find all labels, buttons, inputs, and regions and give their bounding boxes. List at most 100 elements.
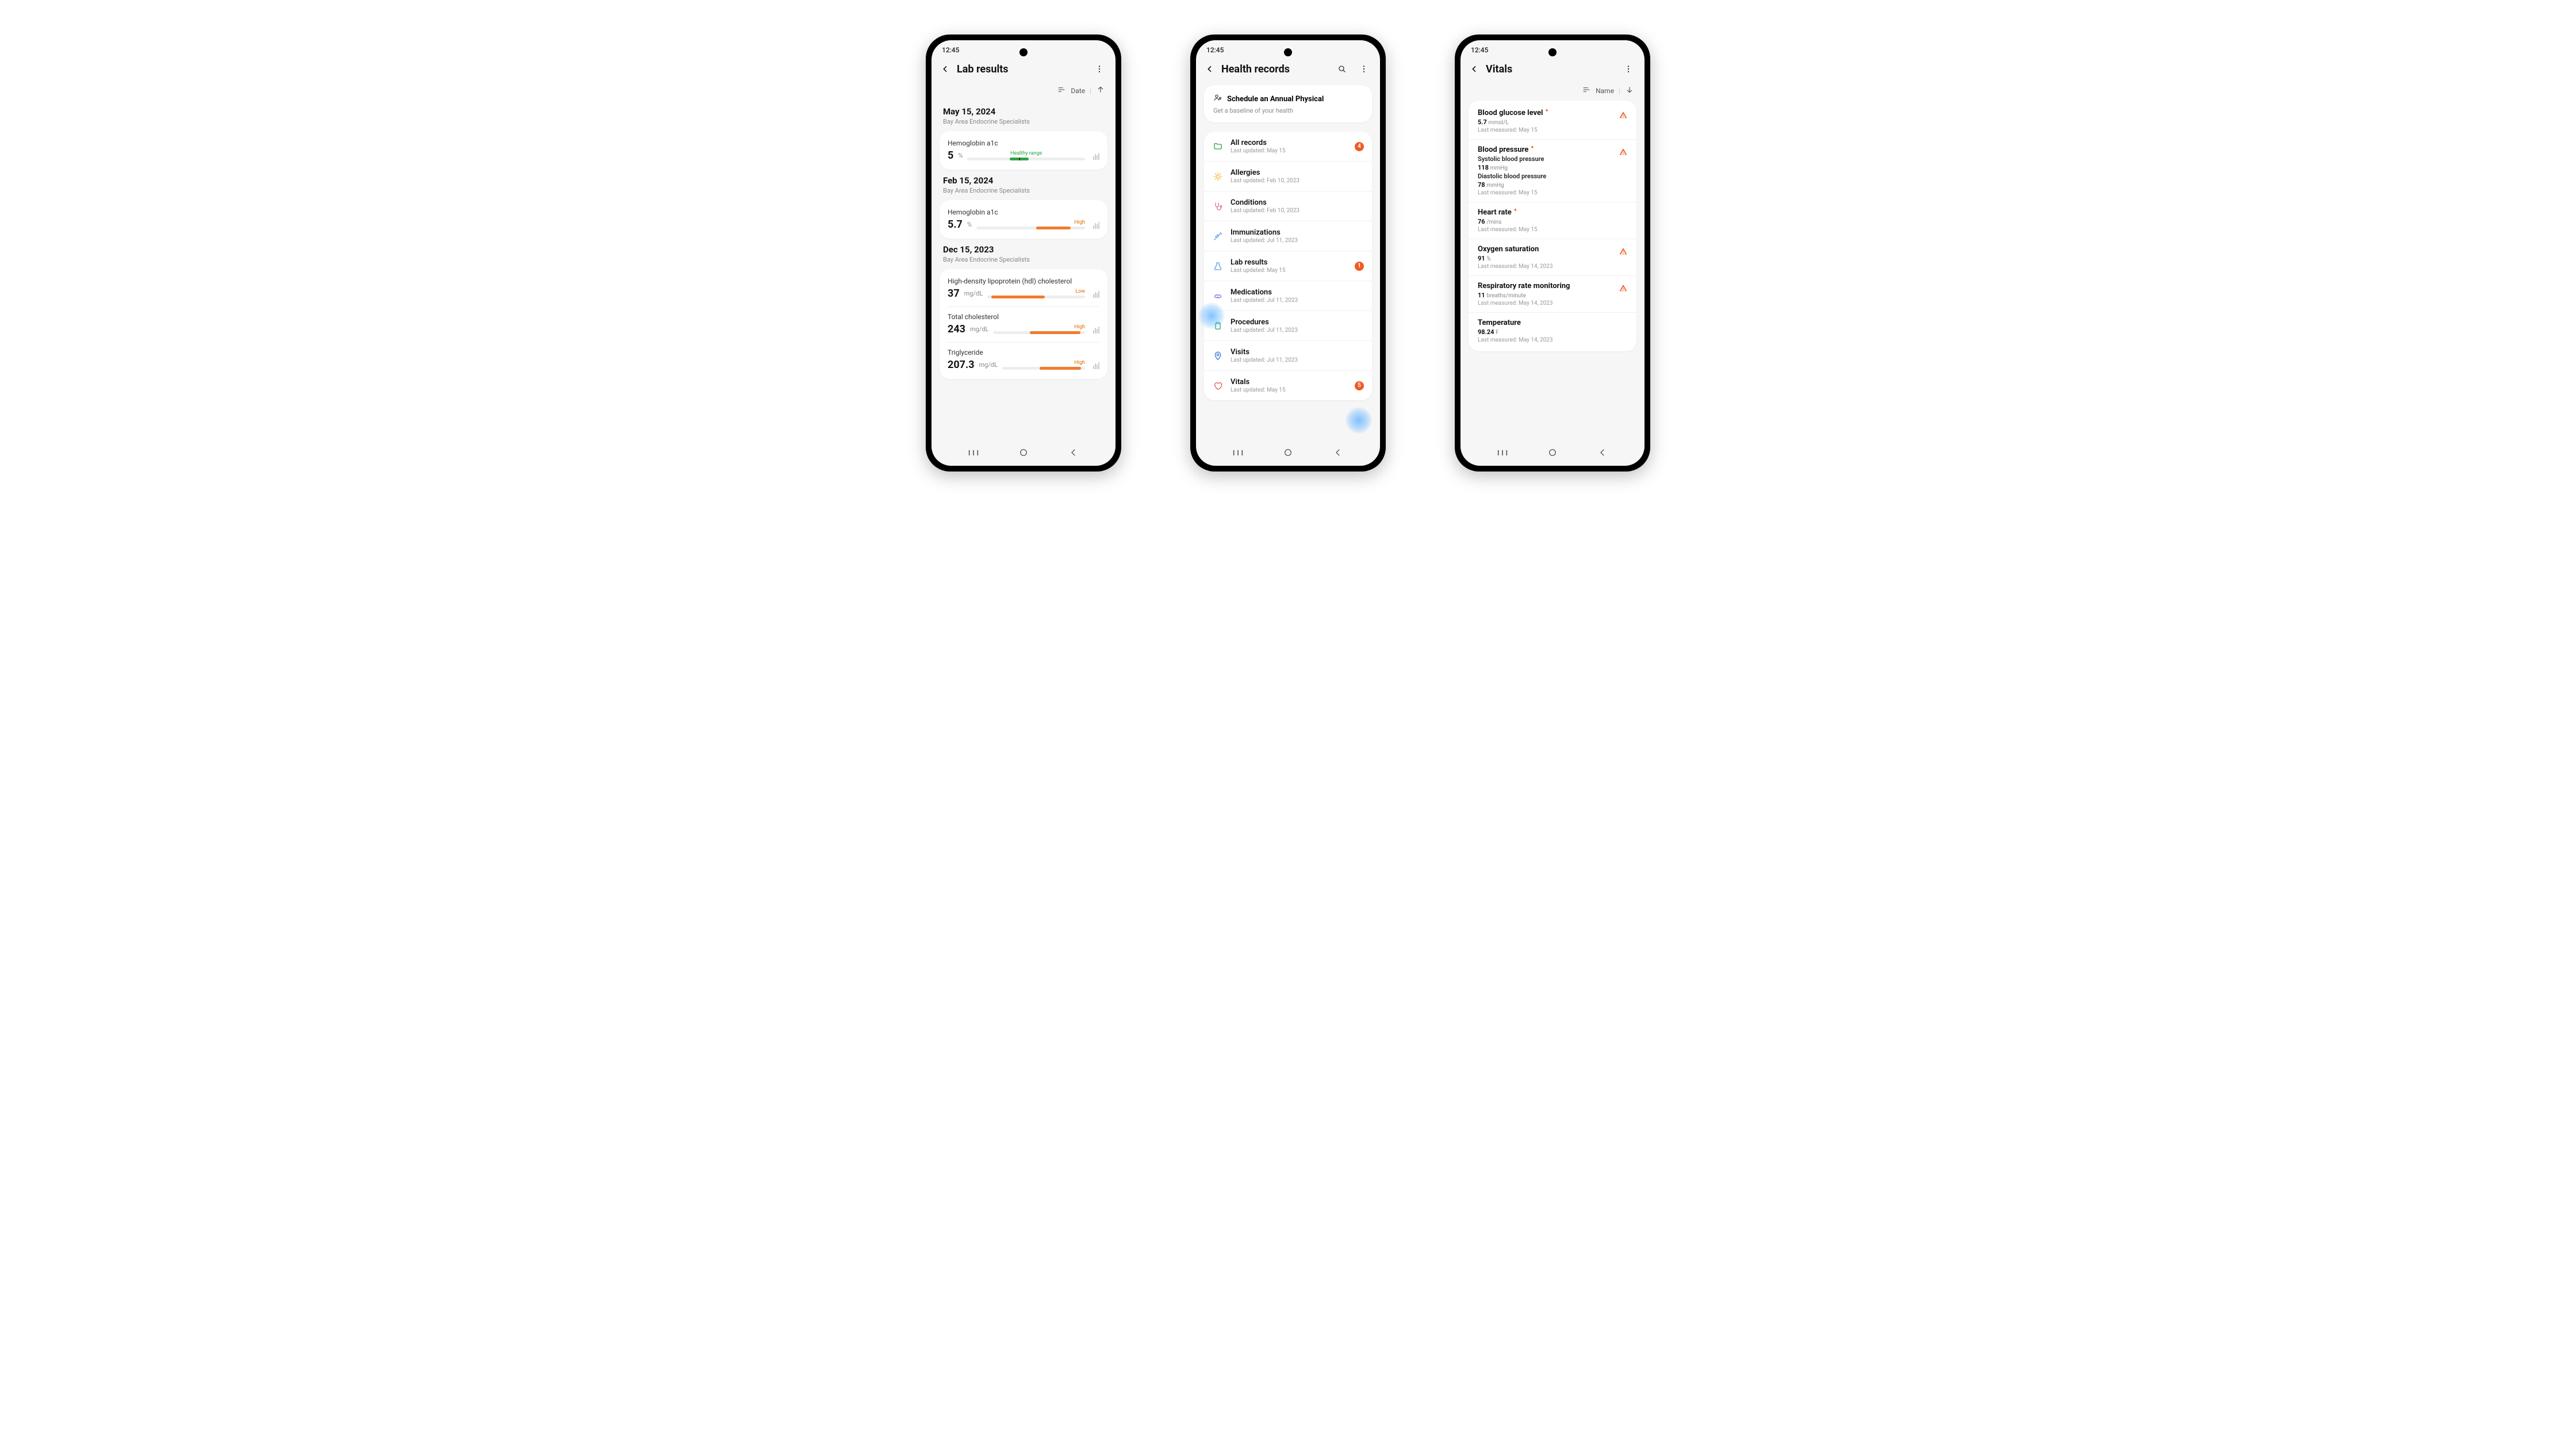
record-item-lab-results[interactable]: Lab resultsLast updated: May 151	[1204, 251, 1372, 281]
filter-icon[interactable]	[1582, 85, 1591, 96]
vital-value: 76	[1478, 218, 1485, 225]
vital-item-heart-rate[interactable]: Heart rate•76 /minsLast measured: May 15	[1469, 202, 1636, 239]
lab-item[interactable]: Hemoglobin a1c5%Healthy range	[948, 138, 1099, 163]
lab-group-provider: Bay Area Endocrine Specialists	[943, 187, 1104, 194]
record-item-conditions[interactable]: ConditionsLast updated: Feb 10, 2023	[1204, 191, 1372, 221]
record-item-procedures[interactable]: ProceduresLast updated: Jul 11, 2023	[1204, 310, 1372, 340]
lab-item-unit: %	[958, 152, 963, 159]
record-item-title: Conditions	[1230, 198, 1364, 207]
more-icon[interactable]	[1356, 61, 1372, 77]
record-item-sub: Last updated: Jul 11, 2023	[1230, 297, 1364, 304]
camera-dot	[1548, 48, 1557, 56]
lab-group-header: May 15, 2024Bay Area Endocrine Specialis…	[940, 101, 1107, 126]
bar-chart-icon[interactable]	[1093, 325, 1099, 334]
record-item-visits[interactable]: VisitsLast updated: Jul 11, 2023	[1204, 340, 1372, 370]
vital-item-respiratory-rate-monitoring[interactable]: Respiratory rate monitoring11 breaths/mi…	[1469, 275, 1636, 312]
record-item-all-records[interactable]: All recordsLast updated: May 154	[1204, 132, 1372, 161]
sort-bar: Date |	[931, 83, 1116, 101]
lab-item-value: 5.7	[948, 218, 963, 231]
pill-icon	[1212, 290, 1224, 302]
back-button[interactable]	[1469, 63, 1480, 75]
lab-item-name: High-density lipoprotein (hdl) cholester…	[948, 277, 1099, 285]
sort-arrow-up-icon[interactable]	[1096, 85, 1105, 96]
home-button[interactable]	[1281, 447, 1295, 458]
vital-unit: mmHg	[1486, 182, 1504, 189]
sort-label[interactable]: Name	[1596, 87, 1614, 95]
lab-item[interactable]: Total cholesterol243mg/dLHigh	[948, 306, 1099, 336]
bar-chart-icon[interactable]	[1093, 152, 1099, 160]
vital-item-blood-glucose-level[interactable]: Blood glucose level•5.7 mmol/LLast measu…	[1469, 103, 1636, 139]
lab-item-name: Hemoglobin a1c	[948, 139, 1099, 147]
record-item-allergies[interactable]: AllergiesLast updated: Feb 10, 2023	[1204, 161, 1372, 191]
lab-group-header: Feb 15, 2024Bay Area Endocrine Specialis…	[940, 170, 1107, 195]
syringe-icon	[1212, 231, 1224, 242]
filter-icon[interactable]	[1057, 85, 1066, 96]
phone-vitals: 12:45 Vitals Name | Blood glucose level•…	[1455, 34, 1650, 471]
status-time: 12:45	[1471, 46, 1488, 54]
vital-item-blood-pressure[interactable]: Blood pressure•Systolic blood pressure11…	[1469, 139, 1636, 202]
nav-back-button[interactable]	[1067, 447, 1080, 458]
nav-back-button[interactable]	[1331, 447, 1345, 458]
vital-unit: F	[1496, 329, 1499, 336]
folder-icon	[1212, 141, 1224, 152]
lab-card[interactable]: High-density lipoprotein (hdl) cholester…	[940, 269, 1107, 379]
back-button[interactable]	[940, 63, 951, 75]
lab-item-name: Hemoglobin a1c	[948, 208, 1099, 216]
status-time: 12:45	[1206, 46, 1224, 54]
warning-icon	[1619, 247, 1627, 258]
more-icon[interactable]	[1091, 61, 1107, 77]
lab-gauge: High	[976, 220, 1085, 230]
recents-button[interactable]	[967, 447, 980, 458]
lab-group-date: Dec 15, 2023	[943, 244, 1104, 255]
record-item-title: All records	[1230, 139, 1348, 147]
android-nav	[931, 442, 1116, 466]
lab-card[interactable]: Hemoglobin a1c5.7%High	[940, 200, 1107, 239]
recents-button[interactable]	[1231, 447, 1245, 458]
sort-label[interactable]: Date	[1071, 87, 1085, 95]
sort-arrow-down-icon[interactable]	[1625, 85, 1634, 96]
vital-item-temperature[interactable]: Temperature98.24 FLast measured: May 14,…	[1469, 312, 1636, 349]
promo-card[interactable]: Schedule an Annual Physical Get a baseli…	[1204, 85, 1372, 122]
recents-button[interactable]	[1496, 447, 1509, 458]
sort-bar: Name |	[1460, 83, 1644, 101]
lab-card[interactable]: Hemoglobin a1c5%Healthy range	[940, 131, 1107, 170]
nav-back-button[interactable]	[1596, 447, 1609, 458]
vital-unit: breaths/minute	[1486, 293, 1526, 299]
vital-last-measured: Last measured: May 15	[1478, 227, 1627, 233]
record-item-immunizations[interactable]: ImmunizationsLast updated: Jul 11, 2023	[1204, 221, 1372, 251]
vital-value: 118	[1478, 164, 1489, 171]
record-badge: 4	[1355, 142, 1364, 151]
lab-item[interactable]: High-density lipoprotein (hdl) cholester…	[948, 276, 1099, 301]
record-item-sub: Last updated: Jul 11, 2023	[1230, 327, 1364, 334]
home-button[interactable]	[1546, 447, 1559, 458]
warning-icon	[1619, 284, 1627, 294]
back-button[interactable]	[1204, 63, 1216, 75]
bar-chart-icon[interactable]	[1093, 221, 1099, 229]
vital-value: 98.24	[1478, 328, 1494, 336]
lab-item[interactable]: Triglyceride207.3mg/dLHigh	[948, 342, 1099, 372]
warning-icon	[1619, 148, 1627, 158]
appbar-records: Health records	[1196, 57, 1380, 83]
lab-item[interactable]: Hemoglobin a1c5.7%High	[948, 207, 1099, 232]
lab-group-provider: Bay Area Endocrine Specialists	[943, 256, 1104, 263]
home-button[interactable]	[1017, 447, 1030, 458]
vital-value: 78	[1478, 181, 1485, 189]
record-item-vitals[interactable]: VitalsLast updated: May 155	[1204, 370, 1372, 400]
lab-content[interactable]: May 15, 2024 Bay Area Endocrine Specialis…	[931, 101, 1116, 442]
vitals-content[interactable]: Blood glucose level•5.7 mmol/LLast measu…	[1460, 101, 1644, 442]
vital-title-text: Temperature	[1478, 319, 1521, 327]
more-icon[interactable]	[1620, 61, 1636, 77]
bar-chart-icon[interactable]	[1093, 290, 1099, 298]
lab-item-name: Triglyceride	[948, 348, 1099, 356]
records-content[interactable]: Schedule an Annual Physical Get a baseli…	[1196, 83, 1380, 442]
vital-last-measured: Last measured: May 14, 2023	[1478, 300, 1619, 306]
record-item-medications[interactable]: MedicationsLast updated: Jul 11, 2023	[1204, 281, 1372, 310]
appbar-vitals: Vitals	[1460, 57, 1644, 83]
lab-item-value: 37	[948, 288, 960, 300]
bar-chart-icon[interactable]	[1093, 361, 1099, 369]
status-time: 12:45	[942, 46, 959, 54]
lab-group-date: May 15, 2024	[943, 106, 1104, 117]
record-item-title: Procedures	[1230, 318, 1364, 327]
vital-item-oxygen-saturation[interactable]: Oxygen saturation91 %Last measured: May …	[1469, 239, 1636, 275]
search-icon[interactable]	[1334, 61, 1350, 77]
